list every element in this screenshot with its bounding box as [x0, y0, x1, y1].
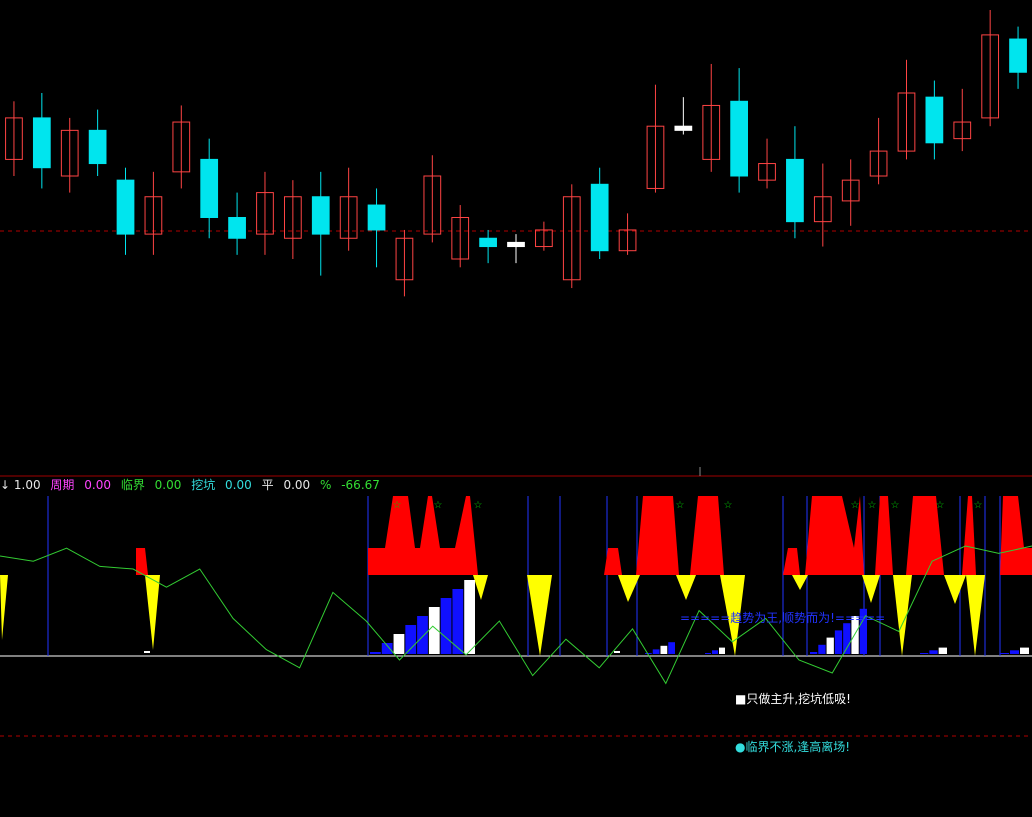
candle-body	[674, 125, 693, 131]
dig-pit-marker	[527, 575, 552, 656]
critical-zone	[636, 496, 679, 575]
legend-flat-label: 平	[261, 478, 274, 492]
dig-pit-marker	[893, 575, 912, 656]
critical-zone	[368, 496, 478, 575]
critical-star: ☆	[891, 500, 900, 511]
trend-bar	[712, 650, 718, 654]
critical-star: ☆	[474, 500, 483, 511]
trend-bar	[417, 616, 428, 654]
trend-bar	[1000, 653, 1009, 654]
candle-body	[116, 179, 135, 235]
trend-bar	[810, 652, 818, 654]
trend-bar	[938, 647, 947, 654]
trend-bar	[929, 650, 938, 654]
critical-star: ☆	[393, 500, 402, 511]
dig-pit-marker	[473, 575, 488, 600]
legend-cycle-label: 周期	[50, 478, 75, 492]
critical-star: ☆	[974, 500, 983, 511]
candle-body	[367, 204, 386, 231]
trend-bar	[1010, 650, 1019, 654]
dig-pit-marker	[862, 575, 880, 603]
candle-body	[590, 183, 609, 252]
trend-bar	[826, 637, 834, 654]
candle-body	[88, 129, 107, 165]
legend-dig-label: 挖坑	[191, 478, 216, 492]
trend-bar	[464, 580, 475, 654]
trend-note: =====趋势为王,顺势而为!=====	[680, 611, 886, 625]
trend-bar	[370, 652, 381, 654]
main-rise-note: ■只做主升,挖坑低吸!	[735, 692, 851, 706]
trend-bar	[405, 625, 417, 654]
legend-critical-value: 0.00	[154, 478, 182, 492]
legend-percent-label: %	[319, 478, 332, 492]
trend-bar	[719, 647, 725, 654]
legend-critical-label: 临界	[120, 478, 145, 492]
critical-zone	[783, 548, 800, 575]
trend-bar	[660, 645, 668, 654]
candle-body	[925, 96, 944, 144]
candle-body	[1009, 38, 1027, 73]
stock-chart: ☆ ☆ ☆ ☆ ☆ ☆ ☆ ☆ ☆ ☆	[0, 10, 1032, 737]
critical-note: ●临界不涨,逢高离场!	[735, 740, 851, 754]
dig-pit-marker	[676, 575, 696, 600]
dig-pit-marker	[944, 575, 966, 604]
candle-body	[311, 196, 330, 235]
critical-zone	[690, 496, 724, 575]
trend-bar	[705, 653, 711, 654]
critical-star: ☆	[434, 500, 443, 511]
signal-dash	[614, 651, 620, 653]
dig-pit-marker	[966, 575, 985, 656]
dig-pit-marker	[0, 575, 8, 640]
trend-bar	[652, 649, 660, 654]
critical-star: ☆	[676, 500, 685, 511]
trend-bar	[920, 653, 929, 654]
critical-zone	[136, 548, 148, 575]
critical-star: ☆	[936, 500, 945, 511]
trend-bar	[818, 644, 826, 654]
candle-body	[786, 158, 804, 223]
legend-percent-value: -66.67	[341, 478, 380, 492]
legend-dig-value: 0.00	[225, 478, 252, 492]
dig-pit-marker	[145, 575, 160, 650]
trend-bar	[668, 642, 675, 654]
candle-body	[479, 237, 497, 248]
indicator-legend: ↓ 1.00 周期 0.00 临界 0.00 挖坑 0.00 平 0.00 % …	[0, 476, 386, 494]
trend-bar	[843, 623, 851, 654]
candle-body	[507, 241, 525, 248]
critical-star: ☆	[724, 500, 733, 511]
legend-flat-value: 0.00	[283, 478, 311, 492]
trend-bar	[440, 598, 452, 654]
critical-zone	[1000, 496, 1032, 575]
signal-dash	[144, 651, 150, 653]
critical-star: ☆	[851, 500, 860, 511]
trend-bar	[381, 643, 393, 654]
trend-bar	[393, 634, 405, 654]
trend-bar	[834, 630, 843, 654]
candle-body	[200, 158, 219, 218]
legend-scale: ↓ 1.00	[0, 478, 41, 492]
candle-body	[228, 217, 246, 239]
critical-star: ☆	[868, 500, 877, 511]
legend-cycle-value: 0.00	[84, 478, 111, 492]
trend-bar	[1020, 647, 1029, 654]
dig-pit-marker	[792, 575, 808, 590]
candle-body	[32, 117, 51, 169]
candle-body	[730, 100, 749, 177]
